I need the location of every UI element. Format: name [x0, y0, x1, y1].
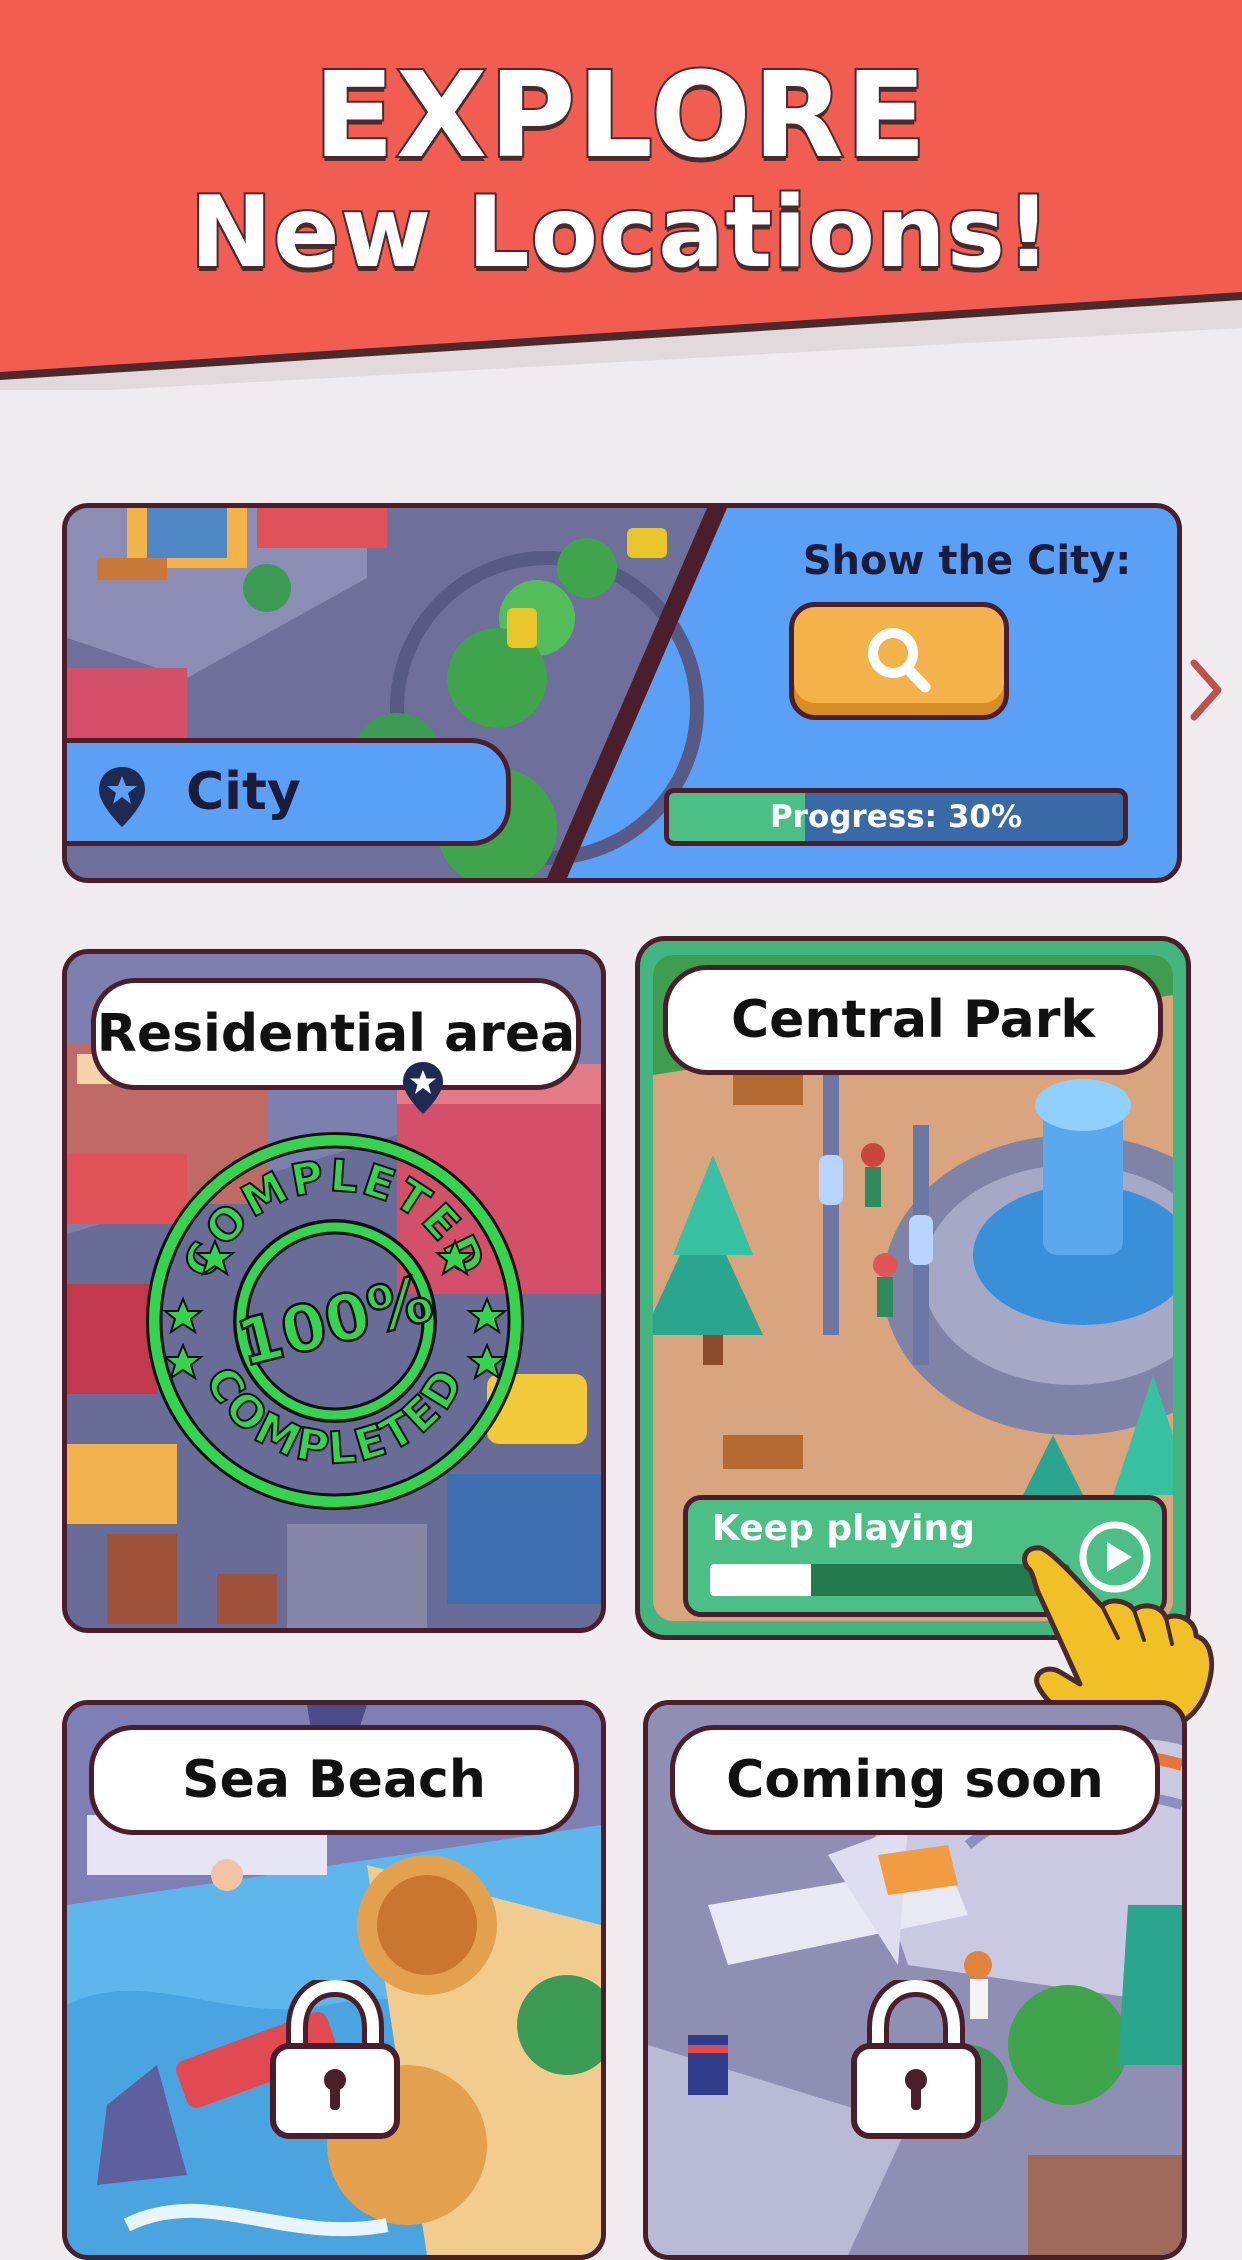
city-name-tag: City: [67, 738, 511, 846]
city-progress-bar: Progress: 30%: [664, 788, 1128, 846]
chevron-right-icon[interactable]: [1186, 655, 1226, 725]
park-progress-fill: [710, 1564, 811, 1596]
padlock-icon: [851, 1980, 981, 2139]
header-banner: EXPLORE New Locations!: [0, 0, 1242, 390]
sea-beach-card[interactable]: Sea Beach: [62, 1700, 606, 2260]
search-icon: [868, 628, 931, 693]
central-park-frame: Central Park Keep playing: [653, 955, 1173, 1621]
sea-beach-label: Sea Beach: [89, 1725, 579, 1835]
coming-soon-label: Coming soon: [670, 1725, 1160, 1835]
map-pin-star-icon: [99, 767, 145, 827]
map-pin-star-icon: [403, 1062, 443, 1114]
residential-area-card[interactable]: COMPLETED COMPLETED 100% Residential are…: [62, 949, 606, 1633]
headline-new-locations: New Locations!: [188, 176, 1053, 290]
city-progress-text: Progress: 30%: [769, 799, 1023, 835]
stamp-percent-text: 100%: [230, 1262, 440, 1382]
padlock-icon: [270, 1980, 400, 2139]
show-city-label: Show the City:: [802, 538, 1132, 584]
city-name-label: City: [186, 762, 301, 822]
city-card[interactable]: Show the City: Progress: 30% City: [62, 503, 1182, 883]
keep-playing-label: Keep playing: [712, 1508, 975, 1549]
central-park-card[interactable]: Central Park Keep playing: [635, 936, 1191, 1640]
coming-soon-card[interactable]: Coming soon: [643, 1700, 1187, 2260]
headline-explore: EXPLORE: [312, 46, 929, 184]
completed-stamp: COMPLETED COMPLETED 100%: [146, 1132, 524, 1510]
residential-area-label: Residential area: [91, 978, 581, 1090]
show-city-search-button[interactable]: [789, 602, 1009, 720]
central-park-label: Central Park: [663, 965, 1163, 1075]
